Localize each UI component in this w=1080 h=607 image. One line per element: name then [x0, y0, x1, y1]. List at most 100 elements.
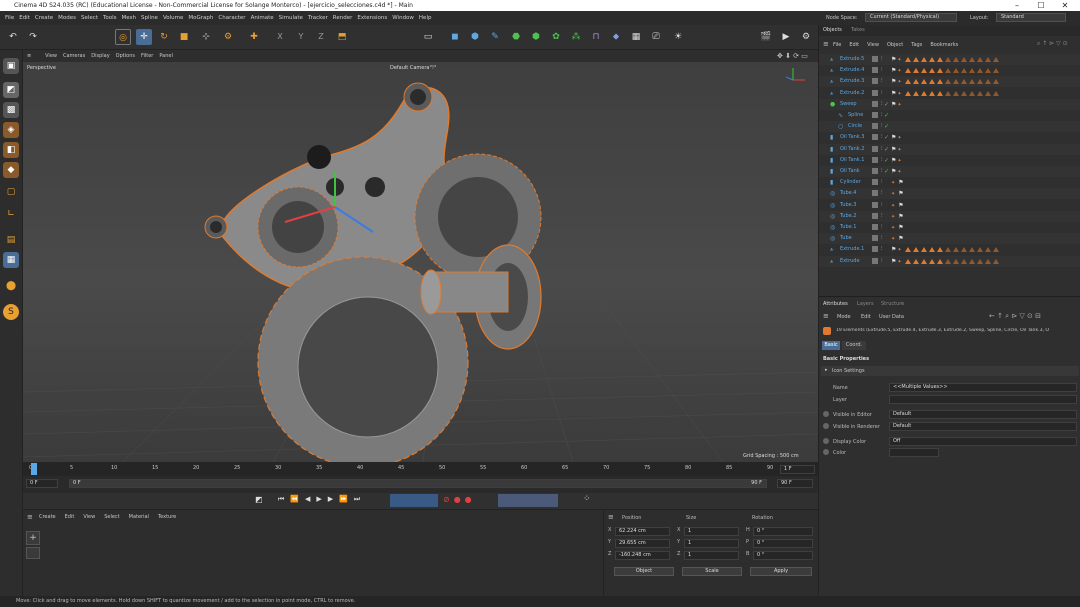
- enabled-check-icon[interactable]: ✓: [884, 132, 889, 143]
- rotation-p-field[interactable]: 0 °: [753, 539, 813, 548]
- visibility-dots-icon[interactable]: ⁝: [881, 155, 883, 166]
- object-menu-edit[interactable]: Edit: [849, 42, 859, 48]
- object-name[interactable]: Tube.2: [840, 211, 856, 222]
- menu-modes[interactable]: Modes: [58, 11, 76, 25]
- tab-objects[interactable]: Objects: [823, 27, 842, 33]
- minimize-button[interactable]: –: [1006, 0, 1028, 11]
- attr-field-visible-in-editor[interactable]: Default: [889, 410, 1077, 419]
- layout-select[interactable]: Standard: [996, 13, 1066, 22]
- axis-icon[interactable]: ✚: [246, 29, 262, 45]
- object-row[interactable]: ▮ Oil Tank.2 ⁝ ✓ ⚑✦: [819, 143, 1080, 155]
- mograph-icon[interactable]: ⁂: [568, 29, 584, 45]
- tab-basic[interactable]: Basic: [822, 341, 840, 350]
- viewport-nav-icon[interactable]: ✥ ⬇ ⟳ ▭: [777, 50, 808, 62]
- layer-swatch-icon[interactable]: [872, 89, 878, 96]
- layer-swatch-icon[interactable]: [872, 224, 878, 230]
- coordinate-system-icon[interactable]: ⬒: [334, 29, 350, 45]
- object-tags[interactable]: ⚑✦: [891, 76, 1001, 88]
- object-name[interactable]: Extrude.1: [840, 244, 864, 255]
- menu-mograph[interactable]: MoGraph: [188, 11, 213, 25]
- menu-spline[interactable]: Spline: [141, 11, 158, 25]
- viewport-menu-view[interactable]: View: [45, 53, 57, 59]
- object-name[interactable]: Extrude.5: [840, 54, 864, 65]
- menu-tracker[interactable]: Tracker: [308, 11, 328, 25]
- object-tags[interactable]: ✦ ⚑: [891, 211, 904, 223]
- object-tags[interactable]: ⚑✦: [891, 166, 905, 178]
- material-menu-view[interactable]: View: [83, 514, 95, 520]
- pen-icon[interactable]: ✎: [487, 29, 503, 45]
- visibility-dots-icon[interactable]: ⁝: [881, 54, 883, 65]
- layer-swatch-icon[interactable]: [872, 78, 878, 85]
- object-row[interactable]: ⬣ Sweep ⁝ ✓ ⚑✦: [819, 98, 1080, 111]
- object-menu-view[interactable]: View: [867, 42, 879, 48]
- render-icon[interactable]: 🎬: [758, 29, 774, 45]
- snapping-s-icon[interactable]: S: [3, 304, 19, 320]
- light-icon[interactable]: ☀: [670, 29, 686, 45]
- render-settings-icon[interactable]: ⚙: [798, 29, 814, 45]
- enabled-check-icon[interactable]: ✓: [884, 166, 889, 177]
- edges-mode-icon[interactable]: ◧: [3, 142, 19, 158]
- object-tags[interactable]: ⚑✦: [891, 244, 1001, 256]
- position-x-field[interactable]: 62.224 cm: [615, 527, 670, 536]
- layer-swatch-icon[interactable]: [872, 156, 878, 163]
- close-button[interactable]: ✕: [1054, 0, 1076, 11]
- object-name[interactable]: Cylinder: [840, 177, 861, 188]
- live-selection-icon[interactable]: ◎: [115, 29, 131, 45]
- attr-field-display-color[interactable]: Off: [889, 437, 1077, 446]
- layer-swatch-icon[interactable]: [872, 179, 878, 186]
- object-name[interactable]: Extrude: [840, 256, 860, 267]
- object-row[interactable]: ◎ Tube.1 ⁝ ✦ ⚑: [819, 222, 1080, 233]
- cloner-icon[interactable]: ✿: [548, 29, 564, 45]
- tab-attributes[interactable]: Attributes: [823, 301, 848, 307]
- object-name[interactable]: Extrude.2: [840, 88, 864, 99]
- object-name[interactable]: Oil Tank.1: [840, 155, 864, 166]
- workplane-icon[interactable]: ⬤: [3, 278, 19, 294]
- menu-select[interactable]: Select: [81, 11, 98, 25]
- visibility-dots-icon[interactable]: ⁝: [881, 65, 883, 76]
- menu-mesh[interactable]: Mesh: [122, 11, 136, 25]
- undo-icon[interactable]: ↶: [5, 29, 21, 45]
- generator-icon[interactable]: ⬢: [528, 29, 544, 45]
- node-space-select[interactable]: Current (Standard/Physical): [865, 13, 957, 22]
- size-x-field[interactable]: 1: [684, 527, 739, 536]
- object-name[interactable]: Oil Tank.3: [840, 132, 864, 143]
- floor-icon[interactable]: ▦: [628, 29, 644, 45]
- object-row[interactable]: ⩚ Extrude.5 ⁝ ⚑✦: [819, 54, 1080, 65]
- position-z-field[interactable]: -160.248 cm: [615, 551, 670, 560]
- lock-z-icon[interactable]: Z: [313, 29, 329, 45]
- object-row[interactable]: ∿ Spline ⁝ ✓: [819, 110, 1080, 121]
- layer-swatch-icon[interactable]: [872, 235, 878, 242]
- object-name[interactable]: Spline: [848, 110, 863, 121]
- material-menu-edit[interactable]: Edit: [65, 514, 75, 520]
- material-menu-select[interactable]: Select: [104, 514, 119, 520]
- enabled-check-icon[interactable]: ✓: [884, 121, 889, 132]
- layer-swatch-icon[interactable]: [872, 190, 878, 197]
- object-tags[interactable]: ⚑✦: [891, 99, 905, 111]
- object-name[interactable]: Extrude.4: [840, 65, 864, 76]
- object-menu-file[interactable]: File: [833, 42, 841, 48]
- object-tags[interactable]: ⚑✦: [891, 155, 905, 167]
- object-name[interactable]: Tube.4: [840, 188, 856, 199]
- record-icon[interactable]: ⊘●●: [443, 495, 476, 504]
- object-search-icons[interactable]: ⌕ ↑ ⊳ ▽ ⊙: [1037, 40, 1068, 48]
- keyframe-dot-icon[interactable]: [823, 411, 829, 417]
- viewport-menu-cameras[interactable]: Cameras: [63, 53, 85, 59]
- viewport-menu-options[interactable]: Options: [116, 53, 135, 59]
- menu-edit[interactable]: Edit: [19, 11, 30, 25]
- deformer-icon[interactable]: ⊓: [588, 29, 604, 45]
- attr-field-layer[interactable]: [889, 395, 1077, 404]
- object-tags[interactable]: ⚑✦: [891, 54, 1001, 66]
- tab-layers[interactable]: Layers: [857, 301, 874, 307]
- record-modes-icon[interactable]: [390, 494, 438, 507]
- transform-icon[interactable]: ⊹: [198, 29, 214, 45]
- timeline[interactable]: 051015202530354045505560657075808590 1 F…: [23, 462, 818, 493]
- texture-mode-icon[interactable]: ▩: [3, 102, 19, 118]
- enabled-check-icon[interactable]: ✓: [884, 155, 889, 166]
- object-name[interactable]: Sweep: [840, 99, 857, 110]
- uv-mode-icon[interactable]: ▢: [3, 184, 19, 200]
- viewport[interactable]: Perspective Default Camera°!° Grid Spaci…: [23, 62, 818, 462]
- redo-icon[interactable]: ↷: [25, 29, 41, 45]
- attr-nav-icons[interactable]: ← ↑ ⌕ ⊳ ▽ ⊙ ⊟: [989, 312, 1041, 321]
- layer-swatch-icon[interactable]: [872, 56, 878, 62]
- visibility-dots-icon[interactable]: ⁝: [881, 99, 883, 110]
